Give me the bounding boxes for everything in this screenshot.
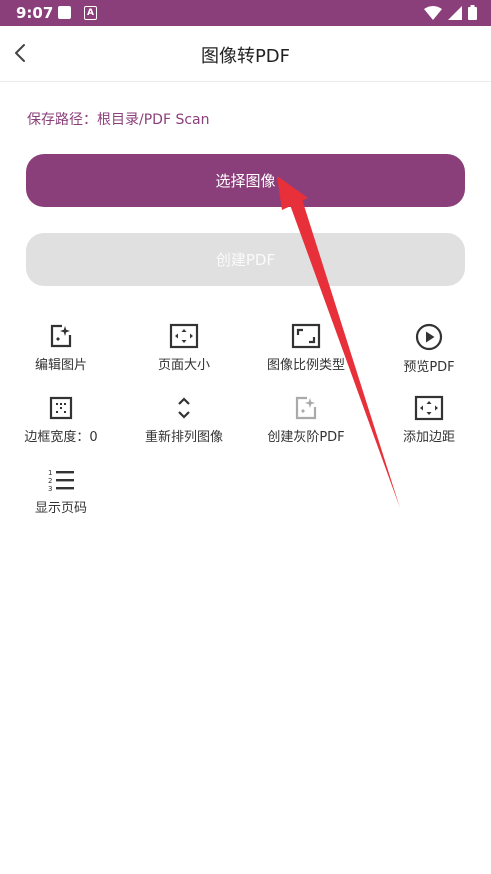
svg-text:2: 2 — [48, 477, 52, 485]
page-number-icon: 1 2 3 — [48, 469, 74, 492]
tool-label: 添加边距 — [402, 430, 455, 445]
select-image-button[interactable]: 选择图像 — [26, 154, 465, 207]
tool-aspect-ratio[interactable]: 图像比例类型 — [246, 323, 366, 373]
status-bar: 9:07 A — [0, 0, 491, 26]
app-notification-icon: A — [84, 6, 97, 20]
rearrange-icon — [178, 397, 190, 419]
border-icon — [49, 396, 73, 420]
tool-label: 页面大小 — [157, 358, 210, 373]
tool-label: 重新排列图像 — [144, 430, 223, 445]
aspect-ratio-icon — [291, 323, 321, 349]
tool-add-margin[interactable]: 添加边距 — [369, 395, 489, 445]
tool-preview-pdf[interactable]: 预览PDF — [369, 323, 489, 375]
tool-page-size[interactable]: 页面大小 — [124, 323, 244, 373]
tool-border-width[interactable]: 边框宽度：0 — [1, 395, 121, 445]
play-icon — [415, 323, 443, 351]
grayscale-icon — [295, 396, 317, 420]
app-bar: 图像转PDF — [0, 26, 491, 82]
notification-icon — [58, 6, 71, 19]
status-time: 9:07 — [16, 4, 54, 22]
wifi-icon — [424, 5, 442, 20]
page-size-icon — [169, 323, 199, 349]
tool-label: 边框宽度：0 — [24, 430, 98, 445]
tool-label: 编辑图片 — [34, 358, 87, 373]
tool-grayscale-pdf[interactable]: 创建灰阶PDF — [246, 395, 366, 445]
tool-page-number[interactable]: 1 2 3 显示页码 — [1, 468, 121, 516]
tool-label: 显示页码 — [34, 501, 87, 516]
save-path-label: 保存路径：根目录/PDF Scan — [27, 112, 210, 128]
svg-text:3: 3 — [48, 485, 52, 492]
tool-label: 预览PDF — [403, 360, 455, 375]
status-icons — [424, 5, 477, 20]
tool-rearrange[interactable]: 重新排列图像 — [124, 395, 244, 445]
tool-edit-image[interactable]: 编辑图片 — [1, 323, 121, 373]
create-pdf-button[interactable]: 创建PDF — [26, 233, 465, 286]
battery-icon — [468, 5, 477, 20]
tool-label: 图像比例类型 — [266, 358, 345, 373]
tool-label: 创建灰阶PDF — [267, 430, 345, 445]
signal-icon — [448, 5, 462, 20]
page-title: 图像转PDF — [200, 46, 291, 67]
svg-text:1: 1 — [48, 469, 52, 477]
edit-image-icon — [50, 324, 72, 348]
margin-icon — [414, 395, 444, 421]
